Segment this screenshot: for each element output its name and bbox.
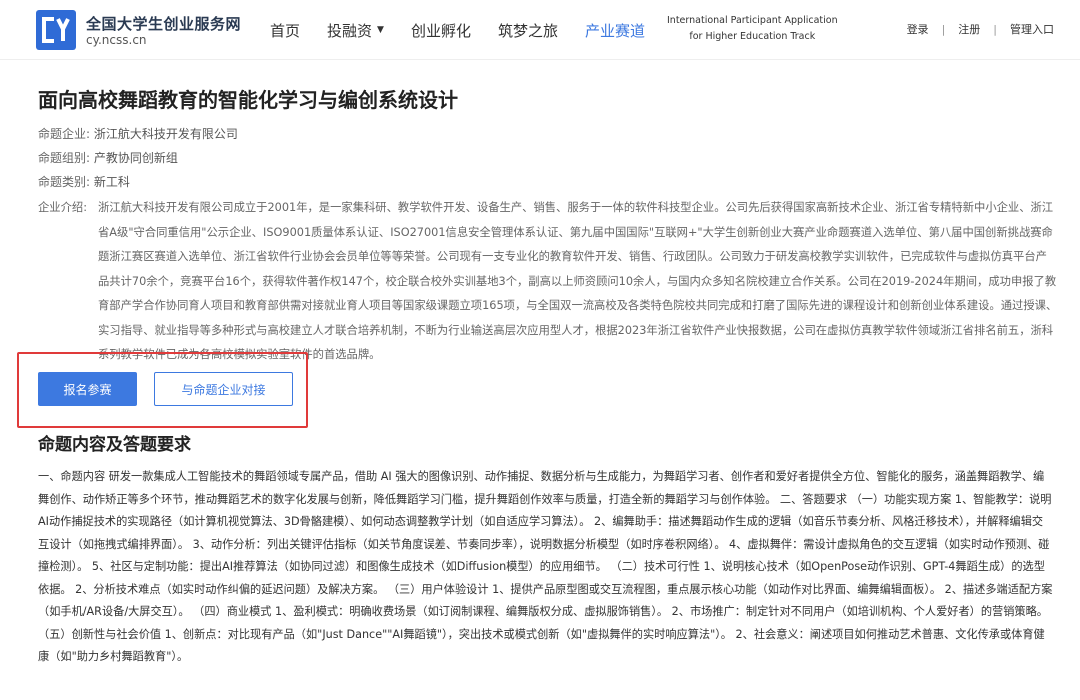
proposition-content: 一、命题内容 研发一款集成人工智能技术的舞蹈领域专属产品，借助 AI 强大的图像… [38, 470, 1053, 663]
nav-item-incubation[interactable]: 创业孵化 [411, 20, 471, 41]
chevron-down-icon: ▼ [377, 25, 384, 35]
top-links: 登录 | 注册 | 管理入口 [907, 21, 1054, 37]
apply-button[interactable]: 报名参赛 [38, 372, 137, 406]
intro-text: 浙江航大科技开发有限公司成立于2001年，是一家集科研、教学软件开发、设备生产、… [98, 201, 1058, 361]
meta-value: 浙江航大科技开发有限公司 [93, 127, 238, 141]
meta-group: 命题组别: 产教协同创新组 [38, 149, 178, 166]
separator: | [941, 22, 946, 36]
nav-item-home[interactable]: 首页 [270, 20, 300, 41]
meta-value: 新工科 [93, 175, 130, 189]
separator: | [993, 22, 997, 36]
main-nav: 首页 投融资 ▼ 创业孵化 筑梦之旅 产业赛道 [270, 0, 672, 60]
meta-company: 命题企业: 浙江航大科技开发有限公司 [38, 125, 238, 142]
meta-key: 命题企业: [38, 127, 91, 141]
admin-link[interactable]: 管理入口 [1010, 21, 1054, 37]
track-line-1: International Participant Application [667, 15, 838, 26]
site-header: 全国大学生创业服务网 cy.ncss.cn 首页 投融资 ▼ 创业孵化 筑梦之旅 … [0, 0, 1080, 60]
login-link[interactable]: 登录 [907, 21, 929, 37]
brand-name[interactable]: 全国大学生创业服务网 [86, 13, 241, 34]
meta-key: 命题组别: [38, 151, 91, 165]
nav-label: 投融资 [327, 21, 373, 40]
nav-item-industry-track[interactable]: 产业赛道 [585, 20, 645, 41]
nav-item-dream-journey[interactable]: 筑梦之旅 [498, 20, 558, 41]
nav-label: 创业孵化 [410, 21, 471, 40]
cy-logo-icon[interactable] [36, 10, 76, 50]
contact-company-button[interactable]: 与命题企业对接 [154, 372, 293, 406]
nav-item-investment[interactable]: 投融资 ▼ [327, 20, 384, 41]
section-title: 命题内容及答题要求 [38, 435, 191, 455]
nav-label: 首页 [270, 21, 301, 40]
nav-label: 产业赛道 [584, 21, 645, 40]
meta-value: 产教协同创新组 [93, 151, 178, 165]
meta-key: 命题类别: [38, 175, 91, 189]
intro-label: 企业介绍: [38, 201, 87, 214]
page-title: 面向高校舞蹈教育的智能化学习与编创系统设计 [38, 88, 458, 112]
brand-url: cy.ncss.cn [86, 33, 147, 47]
register-link[interactable]: 注册 [958, 21, 980, 37]
track-line-2: for Higher Education Track [689, 31, 816, 42]
nav-label: 筑梦之旅 [497, 21, 558, 40]
meta-category: 命题类别: 新工科 [38, 173, 130, 190]
international-track-link[interactable]: International Participant Application fo… [667, 13, 838, 45]
